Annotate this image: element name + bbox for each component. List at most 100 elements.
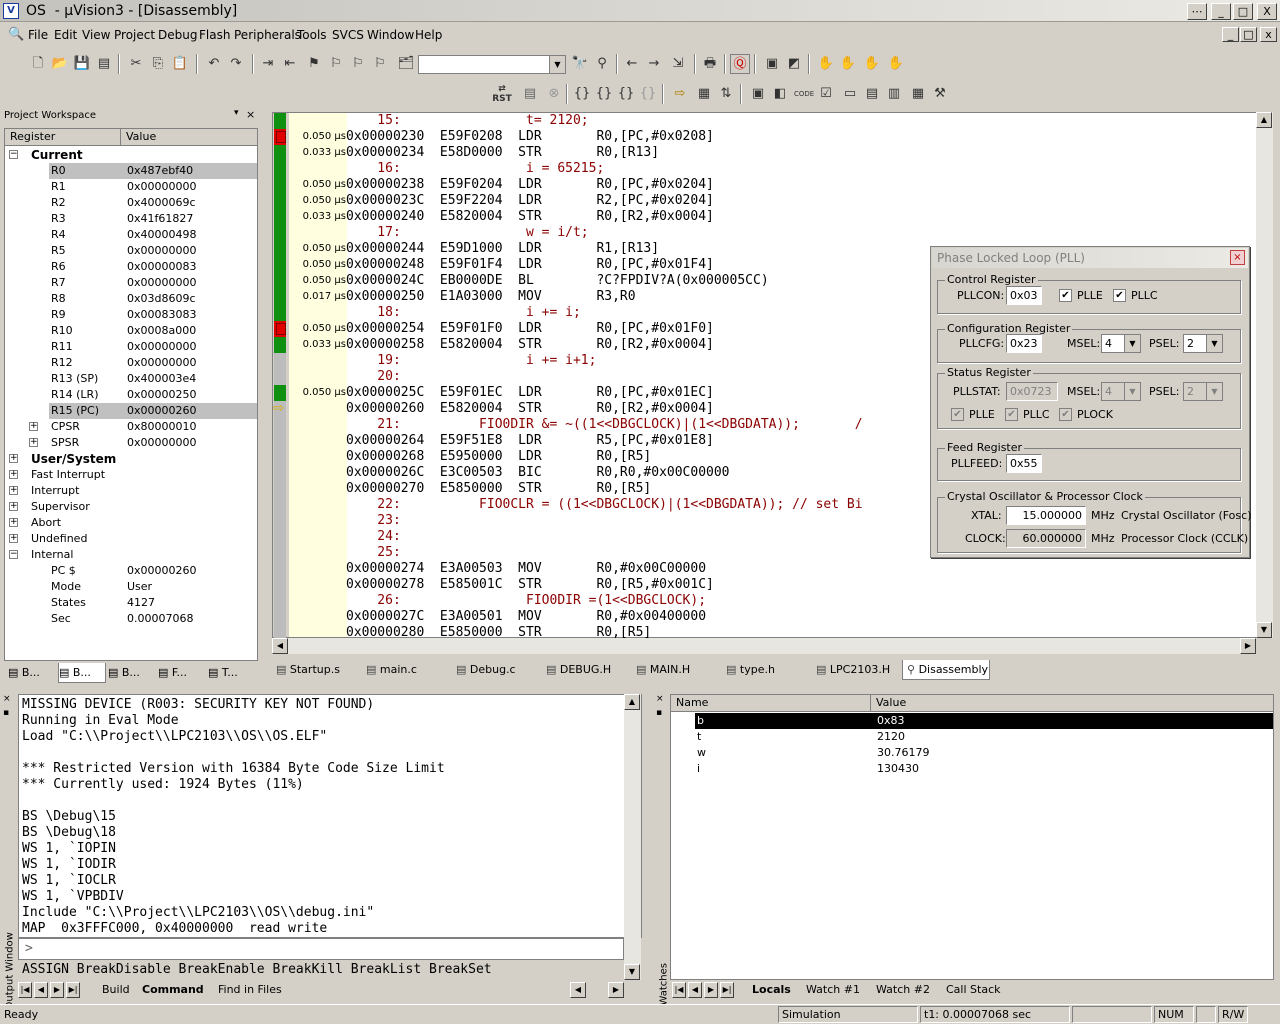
- source-line[interactable]: 15: t= 2120;: [346, 113, 588, 129]
- output-hscroll-right-icon[interactable]: ▶: [608, 982, 624, 998]
- watch-value[interactable]: 30.76179: [877, 745, 930, 761]
- asm-line[interactable]: 0x00000248 E59F01F4 LDR R0,[PC,#0x01F4]: [346, 257, 714, 273]
- source-line[interactable]: 17: w = i/t;: [346, 225, 588, 241]
- asm-line[interactable]: 0x00000244 E59D1000 LDR R1,[R13]: [346, 241, 659, 257]
- first-tab-icon[interactable]: |◀: [672, 982, 686, 998]
- psel-select[interactable]: 2 ▼: [1183, 334, 1223, 353]
- prev-tab-icon[interactable]: ◀: [688, 982, 702, 998]
- tab-watch-1[interactable]: Watch #1: [806, 980, 860, 1000]
- scroll-up-icon[interactable]: ▲: [624, 694, 640, 710]
- file-tab[interactable]: ▤ DEBUG.H: [542, 660, 630, 680]
- asm-line[interactable]: 0x0000025C E59F01EC LDR R0,[PC,#0x01EC]: [346, 385, 714, 401]
- watch-value[interactable]: 130430: [877, 761, 919, 777]
- scroll-down-icon[interactable]: ▼: [1256, 622, 1272, 638]
- source-line[interactable]: 24:: [346, 529, 401, 545]
- asm-line[interactable]: 0x00000240 E5820004 STR R0,[R2,#0x0004]: [346, 209, 714, 225]
- watch-name[interactable]: w: [697, 745, 706, 761]
- source-line[interactable]: 21: FIO0DIR &= ~((1<<DBGCLOCK)|(1<<DBGDA…: [346, 417, 862, 433]
- disasm-hscroll[interactable]: ◀ ▶: [272, 638, 1256, 654]
- asm-line[interactable]: 0x00000254 E59F01F0 LDR R0,[PC,#0x01F0]: [346, 321, 714, 337]
- file-tab[interactable]: ▤ Debug.c: [452, 660, 540, 680]
- tab-locals[interactable]: Locals: [752, 980, 791, 1000]
- asm-line[interactable]: 0x0000023C E59F2204 LDR R2,[PC,#0x0204]: [346, 193, 714, 209]
- file-tab[interactable]: ▤ main.c: [362, 660, 450, 680]
- watch-column-value[interactable]: Value: [871, 695, 1273, 712]
- tab-call-stack[interactable]: Call Stack: [946, 980, 1000, 1000]
- pllcfg-input[interactable]: 0x23: [1006, 334, 1042, 353]
- output-text[interactable]: MISSING DEVICE (R003: SECURITY KEY NOT F…: [18, 694, 642, 938]
- pllc-checkbox[interactable]: ✔: [1113, 289, 1126, 302]
- source-line[interactable]: 26: FIO0DIR =(1<<DBGCLOCK);: [346, 593, 706, 609]
- output-hscroll-left-icon[interactable]: ◀: [570, 982, 586, 998]
- output-side-handle[interactable]: × ▪ Output Window: [0, 694, 18, 1010]
- workspace-tab-functions[interactable]: ▤ F...: [158, 663, 206, 683]
- file-tab[interactable]: ▤ Startup.s: [272, 660, 360, 680]
- asm-line[interactable]: 0x00000278 E585001C STR R0,[R5,#0x001C]: [346, 577, 714, 593]
- tab-find-in-files[interactable]: Find in Files: [218, 980, 282, 1000]
- last-tab-icon[interactable]: ▶|: [66, 982, 80, 998]
- asm-line[interactable]: 0x0000024C EB0000DE BL ?C?FPDIV?A(0x0000…: [346, 273, 769, 289]
- next-tab-icon[interactable]: ▶: [50, 982, 64, 998]
- output-pin-icon[interactable]: ▪: [3, 708, 9, 718]
- asm-line[interactable]: 0x0000027C E3A00501 MOV R0,#0x00400000: [346, 609, 706, 625]
- output-vscroll[interactable]: ▲ ▼: [624, 694, 641, 980]
- pllfeed-input[interactable]: 0x55: [1006, 454, 1042, 473]
- last-tab-icon[interactable]: ▶|: [720, 982, 734, 998]
- source-line[interactable]: 16: i = 65215;: [346, 161, 604, 177]
- pll-titlebar[interactable]: Phase Locked Loop (PLL) ×: [932, 248, 1248, 268]
- chevron-down-icon[interactable]: ▼: [1206, 335, 1222, 352]
- source-line[interactable]: 25:: [346, 545, 401, 561]
- workspace-tab-book[interactable]: ▤ B...: [8, 663, 56, 683]
- source-line[interactable]: 22: FIO0CLR = ((1<<DBGCLOCK)|(1<<DBGDATA…: [346, 497, 862, 513]
- asm-line[interactable]: 0x00000274 E3A00503 MOV R0,#0x00C00000: [346, 561, 706, 577]
- next-tab-icon[interactable]: ▶: [704, 982, 718, 998]
- asm-line[interactable]: 0x00000230 E59F0208 LDR R0,[PC,#0x0208]: [346, 129, 714, 145]
- first-tab-icon[interactable]: |◀: [18, 982, 32, 998]
- tab-command[interactable]: Command: [142, 980, 204, 1000]
- watch-name[interactable]: i: [697, 761, 700, 777]
- asm-line[interactable]: 0x00000260 E5820004 STR R0,[R2,#0x0004]: [346, 401, 714, 417]
- msel-select[interactable]: 4 ▼: [1101, 334, 1141, 353]
- pllcon-input[interactable]: 0x03: [1006, 286, 1042, 305]
- workspace-tab-templates[interactable]: ▤ T...: [208, 663, 256, 683]
- asm-line[interactable]: 0x00000268 E5950000 LDR R0,[R5]: [346, 449, 651, 465]
- file-tab[interactable]: ▤ LPC2103.H: [812, 660, 900, 680]
- scroll-left-icon[interactable]: ◀: [272, 638, 288, 654]
- tab-watch-2[interactable]: Watch #2: [876, 980, 930, 1000]
- watch-name[interactable]: t: [697, 729, 701, 745]
- disasm-vscroll[interactable]: ▲ ▼: [1256, 112, 1273, 638]
- source-line[interactable]: 18: i += i;: [346, 305, 581, 321]
- pll-close-icon[interactable]: ×: [1230, 250, 1245, 265]
- watch-pin-icon[interactable]: ▪: [656, 708, 662, 718]
- output-close-icon[interactable]: ×: [3, 694, 11, 704]
- plle-checkbox[interactable]: ✔: [1059, 289, 1072, 302]
- asm-line[interactable]: 0x00000250 E1A03000 MOV R3,R0: [346, 289, 636, 305]
- asm-line[interactable]: 0x00000238 E59F0204 LDR R0,[PC,#0x0204]: [346, 177, 714, 193]
- xtal-input[interactable]: 15.000000: [1006, 506, 1086, 525]
- workspace-tab-books[interactable]: ▤ B...: [108, 663, 156, 683]
- file-tab[interactable]: ⚲ Disassembly: [902, 660, 990, 680]
- asm-line[interactable]: 0x0000026C E3C00503 BIC R0,R0,#0x00C0000…: [346, 465, 730, 481]
- source-line[interactable]: 19: i += i+1;: [346, 353, 596, 369]
- asm-line[interactable]: 0x00000258 E5820004 STR R0,[R2,#0x0004]: [346, 337, 714, 353]
- asm-line[interactable]: 0x00000264 E59F51E8 LDR R5,[PC,#0x01E8]: [346, 433, 714, 449]
- command-input[interactable]: >: [18, 938, 624, 960]
- watch-value[interactable]: 2120: [877, 729, 905, 745]
- asm-line[interactable]: 0x00000270 E5850000 STR R0,[R5]: [346, 481, 651, 497]
- scroll-up-icon[interactable]: ▲: [1256, 112, 1272, 128]
- source-line[interactable]: 20:: [346, 369, 401, 385]
- scroll-right-icon[interactable]: ▶: [1240, 638, 1256, 654]
- scroll-down-icon[interactable]: ▼: [624, 964, 640, 980]
- prev-tab-icon[interactable]: ◀: [34, 982, 48, 998]
- chevron-down-icon[interactable]: ▼: [1124, 335, 1140, 352]
- watch-close-icon[interactable]: ×: [656, 694, 664, 704]
- workspace-tab-registers[interactable]: ▤ B...: [58, 663, 106, 683]
- watch-column-name[interactable]: Name: [671, 695, 871, 712]
- tab-build[interactable]: Build: [102, 980, 130, 1000]
- watch-name[interactable]: b: [697, 713, 704, 729]
- watch-value[interactable]: 0x83: [877, 713, 905, 729]
- asm-line[interactable]: 0x00000234 E58D0000 STR R0,[R13]: [346, 145, 659, 161]
- file-tab[interactable]: ▤ type.h: [722, 660, 810, 680]
- source-line[interactable]: 23:: [346, 513, 401, 529]
- file-tab[interactable]: ▤ MAIN.H: [632, 660, 720, 680]
